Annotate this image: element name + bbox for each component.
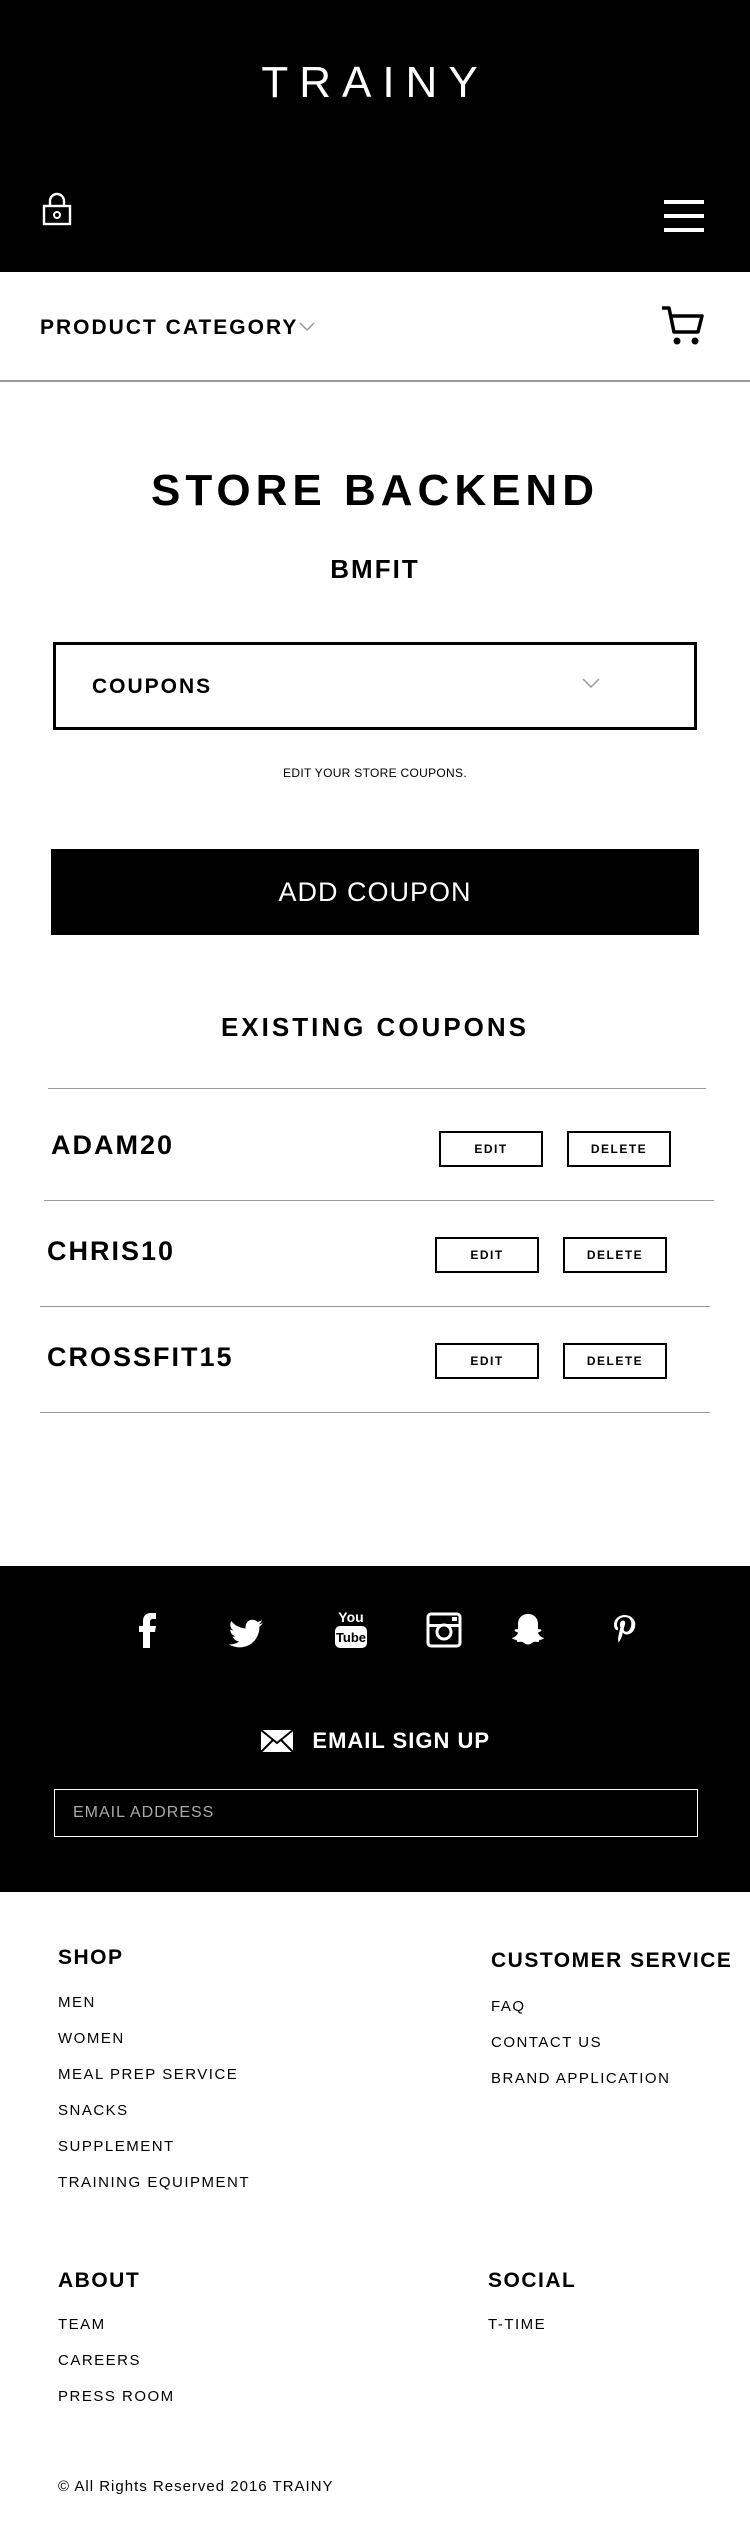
section-select-value: COUPONS <box>92 675 213 698</box>
site-header: TRAINY <box>0 0 750 272</box>
social-heading: SOCIAL <box>488 2269 577 2292</box>
footer-link-contact-us[interactable]: CONTACT US <box>491 2034 602 2051</box>
footer-link-women[interactable]: WOMEN <box>58 2030 125 2047</box>
email-signup-label: EMAIL SIGN UP <box>312 1728 491 1753</box>
brand-logo[interactable]: TRAINY <box>0 58 750 108</box>
chevron-down-icon[interactable] <box>298 318 316 336</box>
section-select[interactable]: COUPONS <box>53 642 697 730</box>
divider <box>44 1200 714 1201</box>
divider <box>48 1088 706 1089</box>
add-coupon-button[interactable]: ADD COUPON <box>51 849 699 935</box>
about-heading: ABOUT <box>58 2269 141 2292</box>
footer-signup-section: You Tube EMAIL SIGN UP <box>0 1566 750 1892</box>
shop-heading: SHOP <box>58 1946 124 1969</box>
footer-link-press-room[interactable]: PRESS ROOM <box>58 2388 175 2405</box>
chevron-down-icon <box>582 678 600 689</box>
facebook-icon[interactable] <box>128 1610 168 1650</box>
divider <box>40 1412 710 1413</box>
footer-link-team[interactable]: TEAM <box>58 2316 106 2333</box>
product-category-dropdown[interactable]: PRODUCT CATEGORY <box>40 316 298 340</box>
footer-link-careers[interactable]: CAREERS <box>58 2352 141 2369</box>
delete-coupon-button[interactable]: DELETE <box>563 1237 667 1273</box>
existing-coupons-heading: EXISTING COUPONS <box>220 1012 530 1042</box>
snapchat-icon[interactable] <box>508 1610 548 1650</box>
footer-link-faq[interactable]: FAQ <box>491 1998 526 2015</box>
copyright-text: © All Rights Reserved 2016 TRAINY <box>58 2478 334 2495</box>
coupon-code: CROSSFIT15 <box>47 1342 234 1372</box>
category-bar: PRODUCT CATEGORY <box>0 272 750 382</box>
svg-text:You: You <box>338 1609 363 1625</box>
pinterest-icon[interactable] <box>604 1610 644 1650</box>
instagram-icon[interactable] <box>424 1610 464 1650</box>
cart-icon[interactable] <box>660 304 706 348</box>
footer-link-brand-application[interactable]: BRAND APPLICATION <box>491 2070 670 2087</box>
footer-link-meal-prep-service[interactable]: MEAL PREP SERVICE <box>58 2066 238 2083</box>
footer-link-t-time[interactable]: T-TIME <box>488 2316 546 2333</box>
youtube-icon[interactable]: You Tube <box>329 1606 373 1650</box>
customer-service-heading: CUSTOMER SERVICE <box>491 1949 733 1972</box>
store-name: BMFIT <box>330 554 420 584</box>
envelope-icon <box>260 1729 294 1753</box>
hamburger-menu-icon[interactable] <box>664 200 704 232</box>
divider <box>40 1306 710 1307</box>
footer-link-men[interactable]: MEN <box>58 1994 96 2011</box>
email-signup-row: EMAIL SIGN UP <box>0 1728 750 1754</box>
edit-coupon-button[interactable]: EDIT <box>435 1237 539 1273</box>
footer-link-supplement[interactable]: SUPPLEMENT <box>58 2138 175 2155</box>
delete-coupon-button[interactable]: DELETE <box>567 1131 671 1167</box>
twitter-icon[interactable] <box>226 1614 266 1654</box>
footer-link-training-equipment[interactable]: TRAINING EQUIPMENT <box>58 2174 250 2191</box>
footer-link-snacks[interactable]: SNACKS <box>58 2102 129 2119</box>
coupon-code: ADAM20 <box>51 1130 175 1160</box>
edit-coupon-button[interactable]: EDIT <box>435 1343 539 1379</box>
coupon-code: CHRIS10 <box>47 1236 176 1266</box>
svg-text:Tube: Tube <box>336 1630 366 1645</box>
delete-coupon-button[interactable]: DELETE <box>563 1343 667 1379</box>
help-text: EDIT YOUR STORE COUPONS. <box>283 766 467 780</box>
page-title: STORE BACKEND <box>150 466 599 515</box>
lock-icon[interactable] <box>40 192 74 226</box>
edit-coupon-button[interactable]: EDIT <box>439 1131 543 1167</box>
email-address-input[interactable] <box>54 1789 698 1837</box>
